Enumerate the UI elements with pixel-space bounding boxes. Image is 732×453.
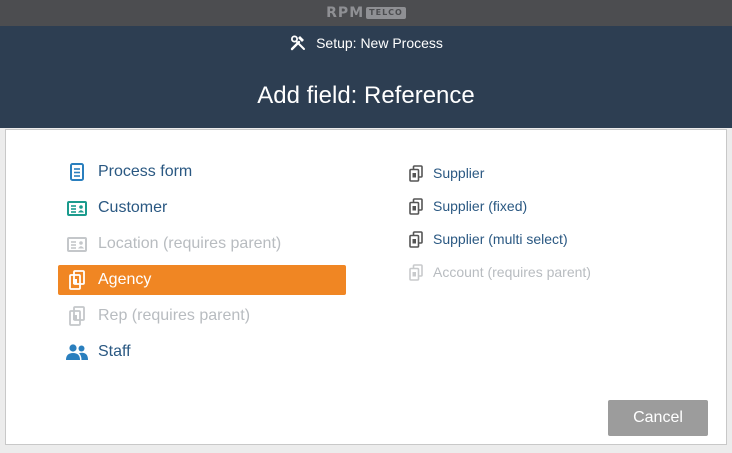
top-bar: RPM TELCO <box>0 0 732 26</box>
reference-list-right: Supplier Supplier (fixed) Supplier (mult… <box>404 159 664 291</box>
cancel-button[interactable]: Cancel <box>608 400 708 436</box>
customer-card-icon <box>66 197 88 219</box>
logo-main-text: RPM <box>326 5 365 21</box>
option-label: Process form <box>98 163 193 180</box>
tools-icon <box>289 35 307 51</box>
reference-list-left: Process form Customer Location (requires… <box>58 157 346 373</box>
option-label: Staff <box>98 343 131 360</box>
supplier-icon <box>408 197 424 215</box>
account-icon <box>408 263 424 281</box>
option-label: Supplier (multi select) <box>433 231 568 247</box>
supplier-icon <box>408 164 424 182</box>
option-process-form[interactable]: Process form <box>58 157 346 187</box>
rpm-telco-logo: RPM TELCO <box>326 5 406 21</box>
option-label: Supplier (fixed) <box>433 198 528 214</box>
location-card-icon <box>66 233 88 255</box>
staff-icon <box>66 341 88 363</box>
option-customer[interactable]: Customer <box>58 193 346 223</box>
rep-icon <box>66 305 88 327</box>
agency-icon <box>66 269 88 291</box>
option-label: Agency <box>98 271 152 288</box>
form-icon <box>66 161 88 183</box>
setup-label: Setup: New Process <box>316 35 443 51</box>
logo-sub-text: TELCO <box>366 7 406 19</box>
option-rep: Rep (requires parent) <box>58 301 346 331</box>
option-staff[interactable]: Staff <box>58 337 346 367</box>
option-label: Account (requires parent) <box>433 264 591 280</box>
dialog-header: Setup: New Process Add field: Reference <box>0 26 732 128</box>
option-label: Location (requires parent) <box>98 235 282 252</box>
option-label: Supplier <box>433 165 485 181</box>
option-location: Location (requires parent) <box>58 229 346 259</box>
option-supplier-fixed[interactable]: Supplier (fixed) <box>404 192 664 220</box>
option-supplier-multi-select[interactable]: Supplier (multi select) <box>404 225 664 253</box>
option-agency[interactable]: Agency <box>58 265 346 295</box>
option-supplier[interactable]: Supplier <box>404 159 664 187</box>
option-label: Rep (requires parent) <box>98 307 251 324</box>
option-account: Account (requires parent) <box>404 258 664 286</box>
dialog-title: Add field: Reference <box>257 82 475 109</box>
supplier-icon <box>408 230 424 248</box>
option-label: Customer <box>98 199 168 216</box>
reference-picker-dialog: Process form Customer Location (requires… <box>5 129 727 445</box>
setup-breadcrumb: Setup: New Process <box>0 35 732 51</box>
